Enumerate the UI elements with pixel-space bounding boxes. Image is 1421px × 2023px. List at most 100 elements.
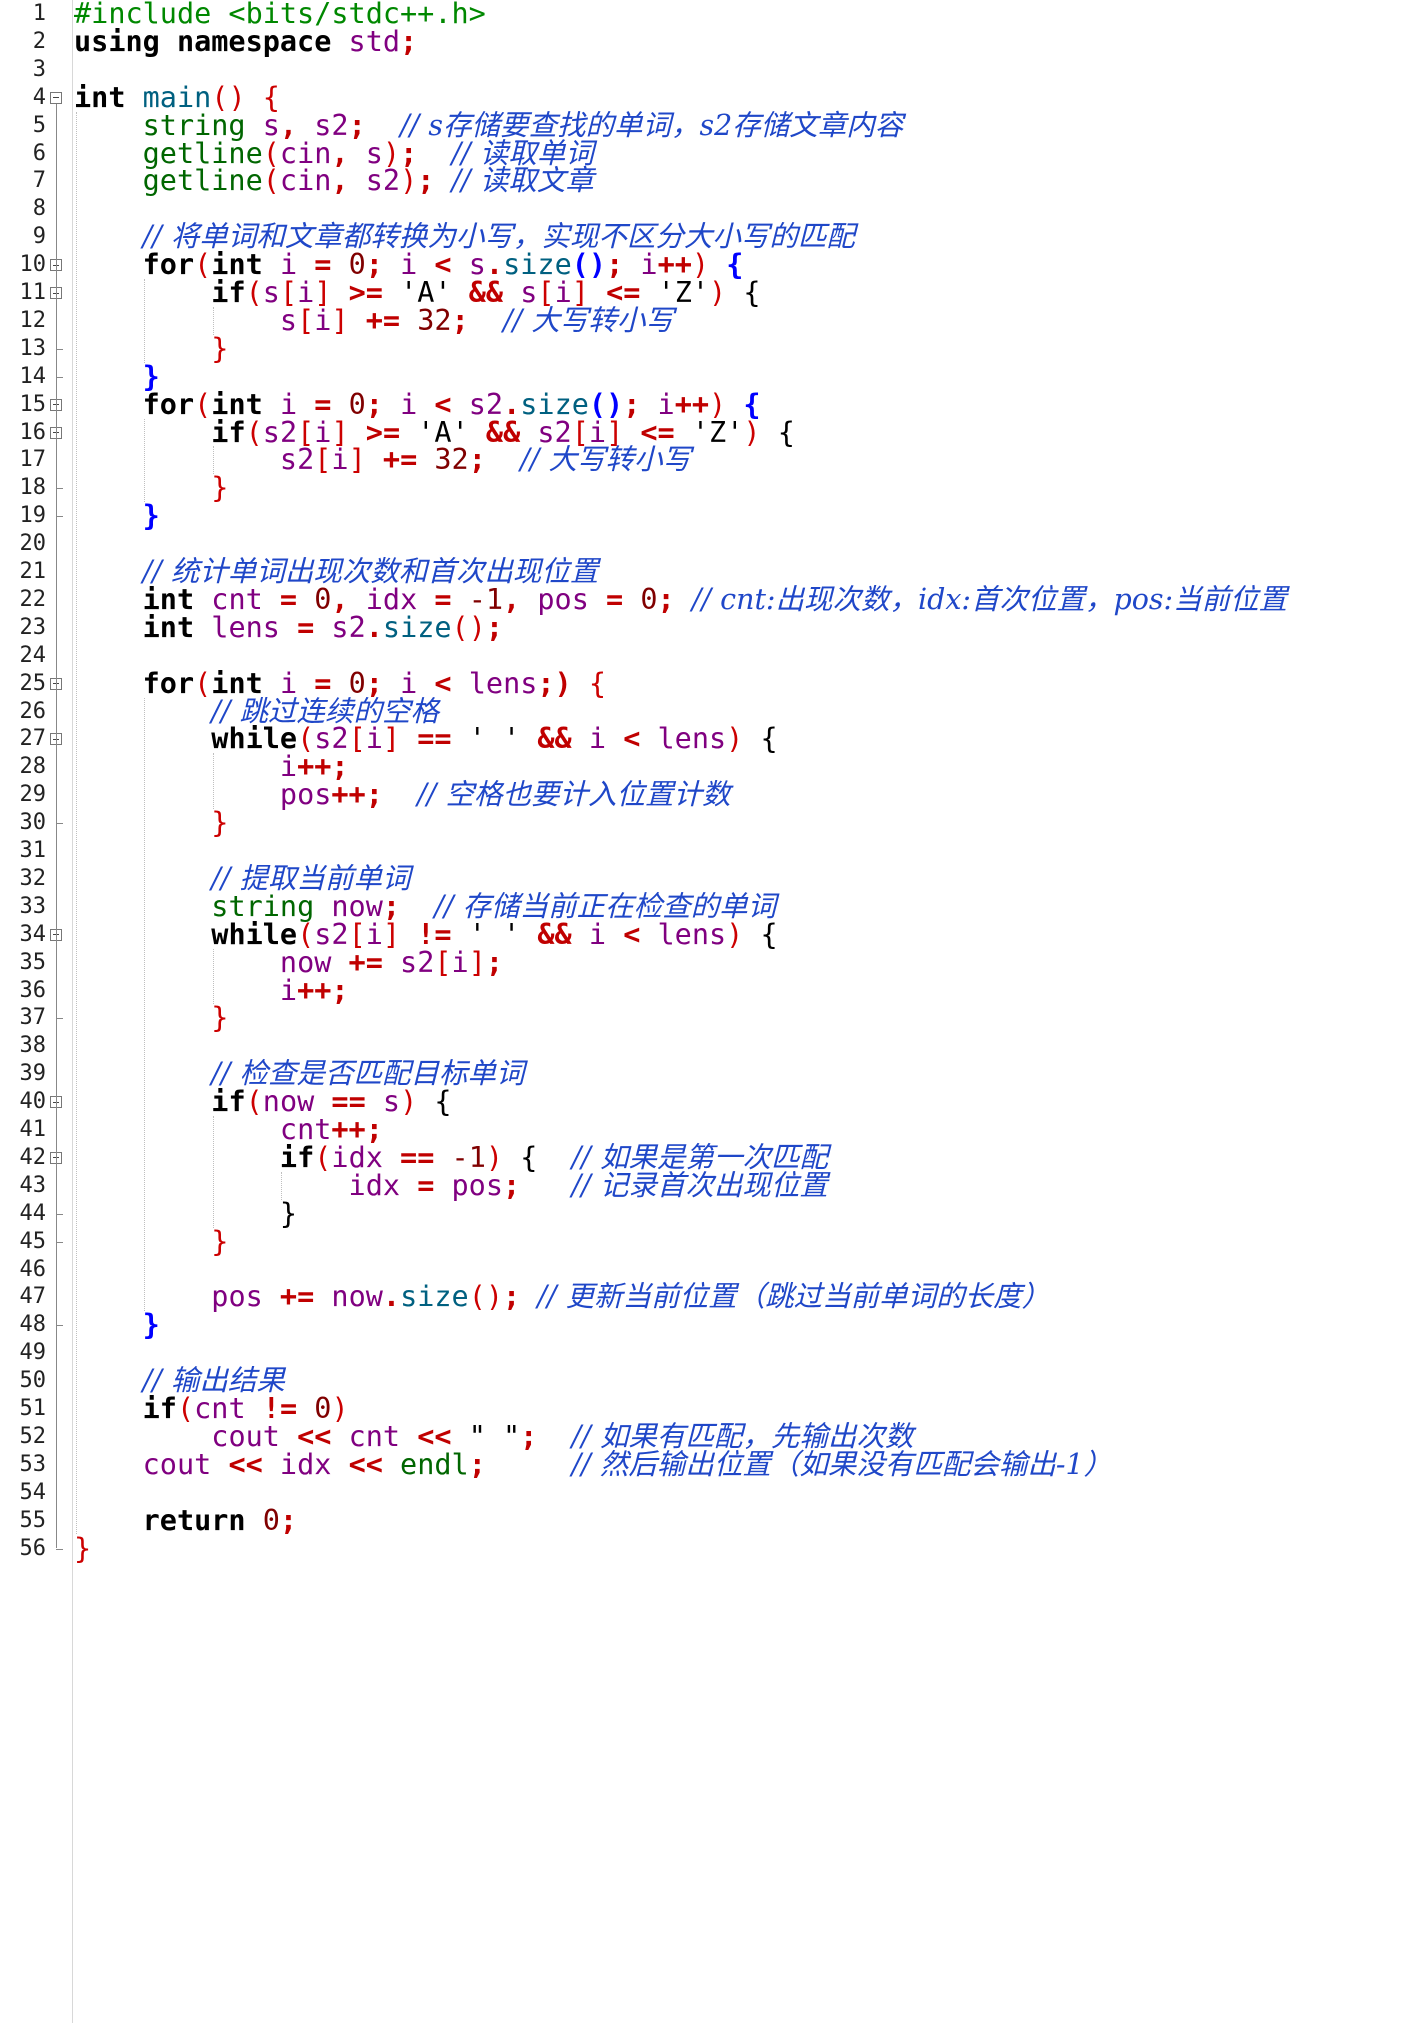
fold-end-marker [56, 488, 63, 490]
fold-end-marker [56, 516, 63, 518]
code-line[interactable]: } [74, 1531, 91, 1567]
code-token: ) [400, 164, 418, 198]
code-line[interactable]: getline(cin, s2); // 读取文章 [74, 163, 594, 199]
code-token: cin [279, 164, 332, 198]
code-token: ] [382, 722, 401, 756]
indent-guide [281, 1171, 283, 1200]
code-comment: // 更新当前位置（跳过当前单词的长度） [537, 1280, 1051, 1314]
code-line[interactable]: } [74, 805, 228, 841]
code-token: ' ' [451, 722, 521, 756]
code-token: size [382, 610, 452, 644]
code-token: { [571, 666, 607, 700]
code-token: ] [348, 443, 366, 477]
code-token: += [262, 1280, 315, 1314]
code-comment: // 大写转小写 [503, 303, 674, 337]
code-line[interactable]: using namespace std; [74, 24, 417, 60]
code-line[interactable]: } [74, 1000, 228, 1036]
code-token: i [365, 722, 383, 756]
code-token: ) [709, 276, 727, 309]
code-comment: // 空格也要计入位置计数 [417, 778, 731, 812]
code-token: ; [503, 1280, 521, 1314]
fold-end-marker [56, 1018, 63, 1020]
code-token: } [142, 1308, 160, 1342]
code-token: i [451, 945, 469, 979]
code-token: lens [640, 917, 727, 951]
code-token: ) [743, 415, 761, 449]
code-token: () [468, 1280, 504, 1314]
code-token: 0 [623, 582, 658, 616]
code-token: == [400, 722, 452, 756]
code-token: ; [279, 1503, 298, 1537]
code-token: } [74, 1531, 92, 1565]
fold-end-marker [56, 348, 63, 350]
code-line[interactable]: cout << idx << endl; // 然后输出位置（如果没有匹配会输出… [74, 1447, 1113, 1483]
indent-guide [212, 753, 214, 810]
code-line[interactable]: return 0; [74, 1503, 297, 1539]
code-token: size [400, 1280, 469, 1314]
code-line[interactable]: } [74, 1307, 160, 1343]
code-token: return [142, 1503, 246, 1537]
code-token: } [142, 499, 160, 533]
line-number-gutter: 1 2 3 4 5 6 7 8 9 10 11 12 13 14 15 16 17 18 19 20 21 22 23 24 2… [0, 0, 73, 2023]
code-token: i [571, 917, 607, 951]
code-line[interactable]: } [74, 1224, 228, 1260]
code-token: = [279, 610, 315, 644]
code-token: } [211, 1001, 229, 1035]
code-token: ) [726, 722, 744, 756]
code-line[interactable]: pos += now.size(); // 更新当前位置（跳过当前单词的长度） [74, 1279, 1050, 1315]
indent-guide [212, 306, 214, 335]
code-token: { [417, 1085, 452, 1119]
code-token: ++; [331, 778, 383, 812]
code-token: std [331, 24, 401, 58]
fold-end-marker [56, 376, 63, 378]
code-comment: // cnt:出现次数，idx:首次位置，pos:当前位置 [691, 582, 1288, 616]
code-token: ] [331, 303, 349, 337]
code-token: 32 [417, 443, 469, 477]
code-token: ; [400, 24, 418, 58]
code-token: pos [279, 778, 332, 812]
code-token: && [520, 722, 572, 756]
code-token: ; [417, 164, 435, 198]
code-token: now [314, 1280, 383, 1314]
code-token: . [382, 1280, 401, 1314]
code-token: } [211, 806, 229, 840]
code-comment: // 读取文章 [451, 164, 594, 198]
code-token: 32 [400, 303, 452, 337]
code-token: = [400, 1168, 435, 1202]
code-token: [ [297, 303, 315, 337]
code-token: < [606, 722, 641, 756]
code-token: , [503, 582, 521, 616]
code-token: i [331, 443, 349, 477]
code-comment: // 然后输出位置（如果没有匹配会输出-1） [571, 1447, 1113, 1481]
code-token: lens [194, 610, 280, 644]
code-token: . [365, 610, 383, 644]
code-token: } [211, 1224, 229, 1258]
indent-guide [144, 279, 146, 363]
code-token: endl [382, 1447, 469, 1481]
code-token: << [211, 1447, 263, 1481]
indent-guide [144, 697, 146, 1312]
code-token: ) [400, 1085, 418, 1119]
code-token: } [279, 1196, 298, 1230]
code-line[interactable]: } [74, 498, 160, 534]
code-token: { [743, 722, 778, 756]
code-token: [ [348, 722, 366, 756]
code-token: lens [640, 722, 727, 756]
code-token: 0 [245, 1503, 280, 1537]
line-number: 56 [19, 1535, 47, 1561]
indent-guide [212, 1116, 214, 1228]
code-token: idx [262, 1447, 332, 1481]
code-token: pos [520, 582, 589, 616]
fold-toggle-icon[interactable] [50, 91, 62, 104]
code-editor[interactable]: 1 2 3 4 5 6 7 8 9 10 11 12 13 14 15 16 17 18 19 20 21 22 23 24 2… [0, 0, 1421, 2023]
code-line[interactable]: int lens = s2.size(); [74, 610, 503, 646]
code-token: ; [468, 443, 486, 477]
